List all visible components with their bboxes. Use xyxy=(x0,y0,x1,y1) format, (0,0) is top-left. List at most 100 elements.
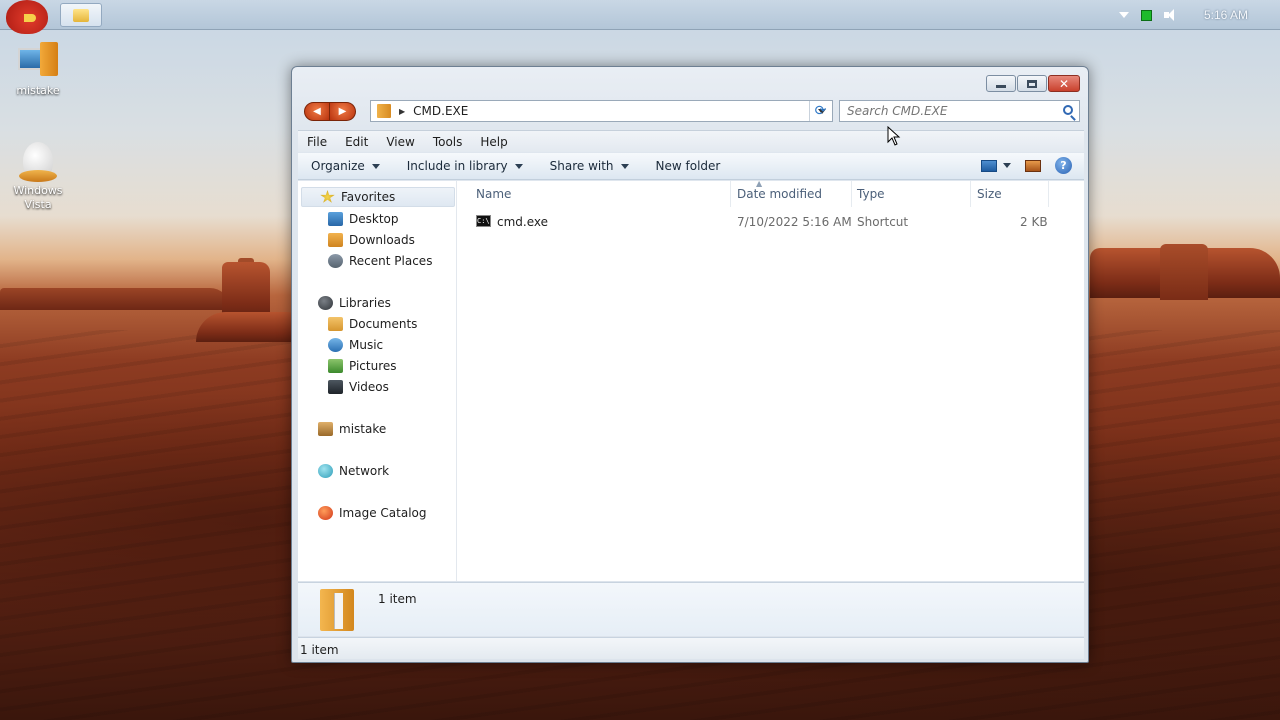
maximize-button[interactable] xyxy=(1017,75,1047,92)
desktop-icon xyxy=(328,212,343,226)
chevron-down-icon xyxy=(620,163,629,169)
nav-user-folder[interactable]: mistake xyxy=(318,419,386,439)
nav-label: Favorites xyxy=(341,190,396,204)
new-folder-label: New folder xyxy=(655,159,721,173)
folder-icon xyxy=(377,104,391,118)
share-with-button[interactable]: Share with xyxy=(537,159,643,173)
user-folder-icon xyxy=(318,422,333,436)
close-icon: ✕ xyxy=(1058,76,1070,91)
column-headers: ▲ Name Date modified Type Size xyxy=(458,179,1084,207)
chevron-down-icon xyxy=(371,163,380,169)
start-orb-icon[interactable] xyxy=(6,0,48,34)
menu-edit[interactable]: Edit xyxy=(336,135,377,149)
file-size: 2 KB xyxy=(1020,215,1048,229)
desktop-icon-windows-vista[interactable]: Windows Vista xyxy=(0,142,76,212)
desktop-icon-label: mistake xyxy=(16,84,60,97)
windows-vista-icon xyxy=(19,142,57,182)
address-bar[interactable]: ▶ CMD.EXE xyxy=(370,100,833,122)
star-icon xyxy=(320,190,335,203)
volume-icon[interactable] xyxy=(1163,9,1178,21)
nav-label: Desktop xyxy=(349,212,399,226)
organize-label: Organize xyxy=(311,159,365,173)
nav-label: mistake xyxy=(339,422,387,436)
menu-help[interactable]: Help xyxy=(471,135,516,149)
column-name[interactable]: Name xyxy=(476,187,511,201)
nav-downloads[interactable]: Downloads xyxy=(328,230,415,250)
nav-videos[interactable]: Videos xyxy=(328,377,389,397)
search-box[interactable] xyxy=(839,100,1080,122)
column-date-modified[interactable]: Date modified xyxy=(737,187,822,201)
desktop-icon-mistake[interactable]: mistake xyxy=(0,40,76,98)
show-hidden-icons-icon[interactable] xyxy=(1118,12,1129,18)
nav-label: Network xyxy=(339,464,390,478)
search-input[interactable] xyxy=(847,104,1057,118)
file-row[interactable]: C:\ cmd.exe 7/10/2022 5:16 AM Shortcut 2… xyxy=(458,213,1084,233)
column-divider[interactable] xyxy=(730,181,731,207)
close-button[interactable]: ✕ xyxy=(1048,75,1080,92)
folder-icon xyxy=(73,8,89,22)
desktop-mesa xyxy=(0,288,230,310)
nav-pictures[interactable]: Pictures xyxy=(328,356,397,376)
search-icon[interactable] xyxy=(1063,105,1073,115)
help-icon[interactable]: ? xyxy=(1055,157,1072,174)
nav-recent-places[interactable]: Recent Places xyxy=(328,251,432,271)
documents-icon xyxy=(328,317,343,331)
column-divider[interactable] xyxy=(1048,181,1049,207)
menu-tools[interactable]: Tools xyxy=(424,135,472,149)
nav-favorites[interactable]: Favorites xyxy=(301,187,455,207)
nav-documents[interactable]: Documents xyxy=(328,314,417,334)
nav-libraries[interactable]: Libraries xyxy=(318,293,391,313)
minimize-button[interactable] xyxy=(986,75,1016,92)
nav-desktop[interactable]: Desktop xyxy=(328,209,399,229)
include-in-library-button[interactable]: Include in library xyxy=(394,159,537,173)
content-area: Favorites Desktop Downloads Recent Place… xyxy=(298,179,1084,581)
folder-icon xyxy=(320,589,354,631)
nav-label: Downloads xyxy=(349,233,415,247)
image-catalog-icon xyxy=(318,506,333,520)
taskbar: 5:16 AM xyxy=(0,0,1280,34)
menu-file[interactable]: File xyxy=(298,135,336,149)
new-folder-button[interactable]: New folder xyxy=(643,159,735,173)
command-bar-right: ? xyxy=(981,157,1072,174)
breadcrumb-item[interactable]: CMD.EXE xyxy=(413,104,468,118)
desktop-mesa xyxy=(1160,244,1208,300)
taskbar-explorer-button[interactable] xyxy=(60,3,102,27)
breadcrumb-chevron-icon[interactable]: ▶ xyxy=(399,107,405,116)
back-button[interactable]: ◀ xyxy=(304,102,330,121)
nav-label: Music xyxy=(349,338,384,352)
status-item-count: 1 item xyxy=(300,643,339,657)
nav-network[interactable]: Network xyxy=(318,461,389,481)
column-divider[interactable] xyxy=(970,181,971,207)
view-options-chevron-down-icon[interactable] xyxy=(1003,163,1011,168)
share-with-label: Share with xyxy=(549,159,614,173)
nav-image-catalog[interactable]: Image Catalog xyxy=(318,503,426,523)
details-pane: 1 item xyxy=(298,582,1084,636)
change-view-icon[interactable] xyxy=(981,159,997,172)
network-status-icon[interactable] xyxy=(1140,9,1152,21)
nav-label: Videos xyxy=(349,380,389,394)
organize-button[interactable]: Organize xyxy=(298,159,394,173)
libraries-icon xyxy=(318,296,333,310)
network-icon xyxy=(318,464,333,478)
forward-button[interactable]: ▶ xyxy=(330,102,356,121)
column-size[interactable]: Size xyxy=(977,187,1002,201)
nav-music[interactable]: Music xyxy=(328,335,383,355)
clock[interactable]: 5:16 AM xyxy=(1204,8,1248,22)
file-date-modified: 7/10/2022 5:16 AM xyxy=(737,215,852,229)
nav-label: Image Catalog xyxy=(339,506,427,520)
caption-buttons: ✕ xyxy=(986,75,1080,92)
include-in-library-label: Include in library xyxy=(406,159,508,173)
column-divider[interactable] xyxy=(851,181,852,207)
column-type[interactable]: Type xyxy=(857,187,885,201)
menu-view[interactable]: View xyxy=(377,135,423,149)
downloads-folder-icon xyxy=(328,233,343,247)
recent-places-icon xyxy=(328,254,343,268)
back-arrow-icon: ◀ xyxy=(313,106,321,117)
nav-label: Recent Places xyxy=(349,254,433,268)
refresh-button[interactable]: ⟳ xyxy=(809,101,831,121)
command-prompt-icon: C:\ xyxy=(476,215,491,227)
status-bar: 1 item xyxy=(298,637,1084,659)
menu-bar: File Edit View Tools Help xyxy=(298,130,1084,152)
maximize-icon xyxy=(1027,79,1037,88)
preview-pane-icon[interactable] xyxy=(1025,159,1041,172)
